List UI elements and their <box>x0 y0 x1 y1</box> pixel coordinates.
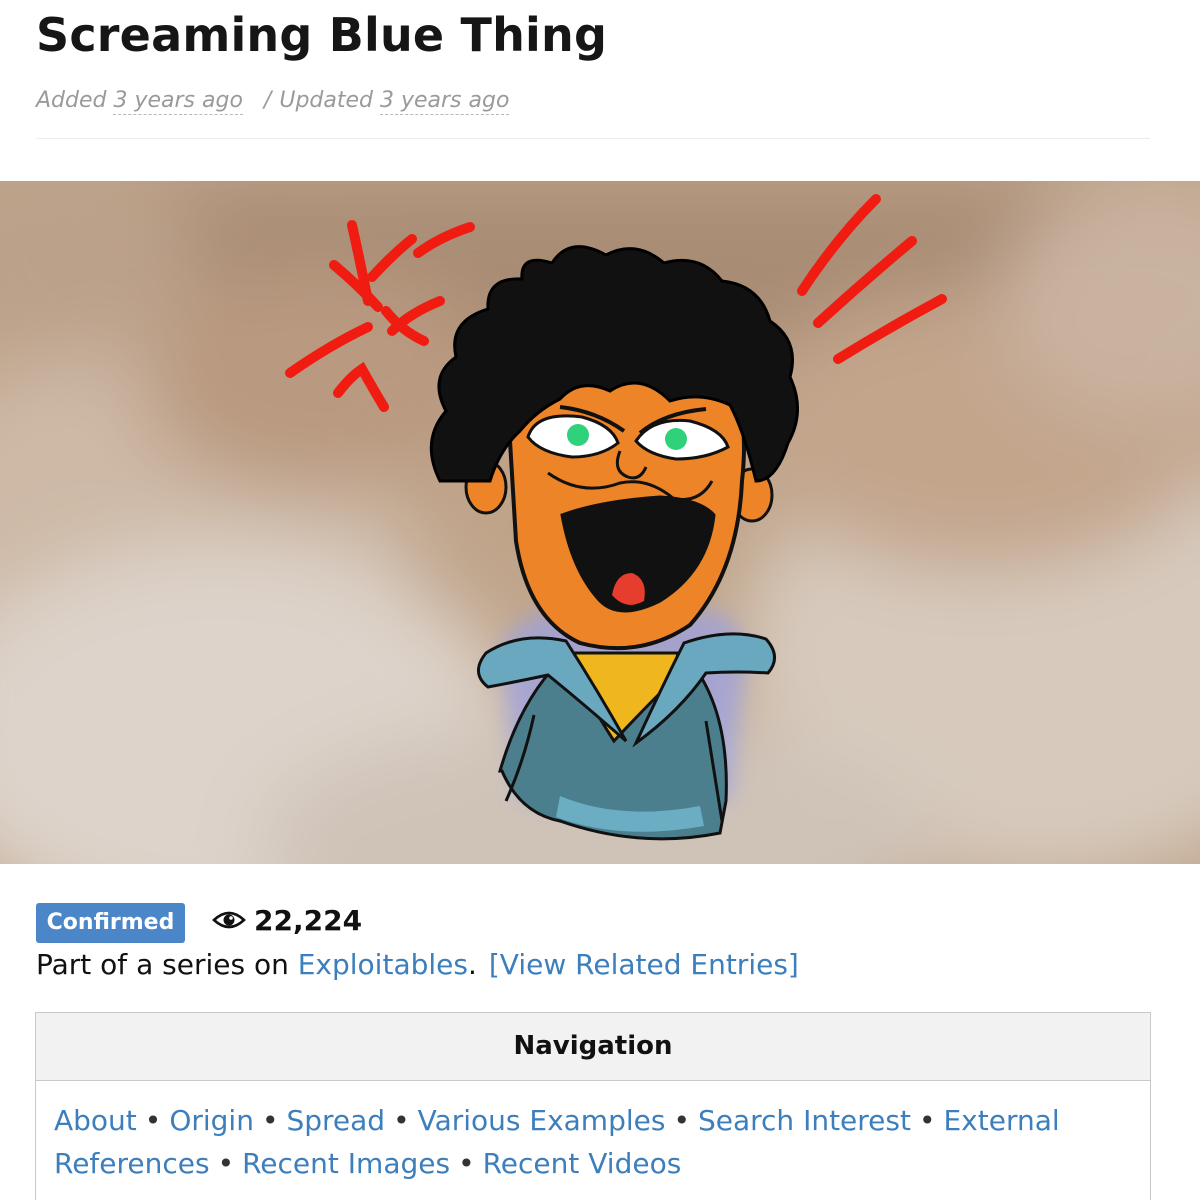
added-timestamp[interactable]: 3 years ago <box>113 88 243 115</box>
nav-link-various-examples[interactable]: Various Examples <box>418 1104 666 1137</box>
added-label: Added <box>36 88 107 113</box>
navigation-heading: Navigation <box>36 1013 1150 1081</box>
nav-link-recent-images[interactable]: Recent Images <box>242 1147 450 1180</box>
entry-header-image[interactable] <box>0 181 1200 864</box>
page-title: Screaming Blue Thing <box>36 8 608 62</box>
entry-meta: Added 3 years ago / Updated 3 years ago <box>36 88 510 115</box>
updated-label: Updated <box>279 88 373 113</box>
cartoon-illustration <box>0 181 1200 864</box>
entry-page: Screaming Blue Thing Added 3 years ago /… <box>0 0 1200 1200</box>
nav-bullet: • <box>217 1147 235 1180</box>
nav-link-external-references-part2: References <box>54 1147 210 1180</box>
updated-timestamp[interactable]: 3 years ago <box>379 88 510 115</box>
nav-link-external-references-part1: External <box>943 1104 1060 1137</box>
nav-bullet: • <box>458 1147 475 1180</box>
view-count: 22,224 <box>212 903 362 937</box>
nav-link-about[interactable]: About <box>54 1104 137 1137</box>
series-period: . <box>467 948 477 981</box>
nav-bullet: • <box>918 1104 936 1137</box>
nav-link-search-interest[interactable]: Search Interest <box>698 1104 911 1137</box>
navigation-links: About • Origin • Spread • Various Examples • Sea… <box>36 1081 1150 1185</box>
nav-bullet: • <box>261 1104 279 1137</box>
meta-separator: / <box>263 88 272 113</box>
nav-bullet: • <box>144 1104 162 1137</box>
header-divider <box>36 138 1150 139</box>
navigation-box: Navigation About • Origin • Spread • Various E… <box>35 1012 1151 1200</box>
view-related-entries-link[interactable]: [View Related Entries] <box>489 948 799 981</box>
nav-link-recent-videos[interactable]: Recent Videos <box>483 1147 682 1180</box>
series-prefix: Part of a series on <box>36 948 289 981</box>
status-badge[interactable]: Confirmed <box>36 903 185 943</box>
view-count-value: 22,224 <box>254 903 363 937</box>
nav-bullet: • <box>673 1104 690 1137</box>
eye-icon <box>212 911 246 929</box>
nav-link-origin[interactable]: Origin <box>169 1104 254 1137</box>
series-link[interactable]: Exploitables <box>298 948 468 981</box>
series-line: Part of a series on Exploitables. [View R… <box>36 948 799 981</box>
nav-bullet: • <box>393 1104 410 1137</box>
nav-link-spread[interactable]: Spread <box>286 1104 385 1137</box>
